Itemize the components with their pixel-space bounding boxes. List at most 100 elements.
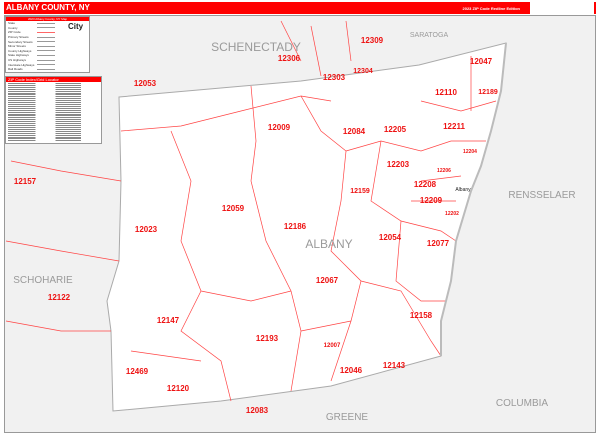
zip-label: 12067 (316, 276, 339, 285)
zip-label: 12143 (383, 361, 406, 370)
zip-label: 12202 (445, 211, 459, 217)
region-label: SARATOGA (410, 32, 449, 39)
legend-swatch (37, 59, 55, 61)
region-label: ALBANY (305, 237, 352, 251)
zip-label: 12122 (48, 293, 71, 302)
index-row (8, 85, 99, 87)
index-row (8, 93, 99, 95)
city-labels: Albany (455, 187, 471, 193)
zip-index-table: ZIP Code Index/Grid Locator (5, 76, 102, 144)
index-row (8, 112, 99, 114)
zip-label: 12158 (410, 311, 433, 320)
legend-swatch (37, 22, 55, 24)
legend-item-label: Primary Streets (8, 35, 29, 40)
legend-city-label: City (68, 22, 84, 31)
index-row (8, 116, 99, 118)
legend-swatch (37, 36, 55, 38)
zip-label: 12203 (387, 160, 410, 169)
legend-item-label: County Highways (8, 48, 32, 53)
index-row (8, 129, 99, 131)
zip-label: 12309 (361, 36, 384, 45)
region-label: COLUMBIA (496, 398, 549, 409)
legend-swatch (37, 68, 55, 70)
index-row (8, 110, 99, 112)
zip-label: 12159 (350, 188, 370, 195)
zip-label: 12208 (414, 180, 437, 189)
zip-label: 12046 (340, 366, 363, 375)
market-maps-logo (530, 2, 594, 14)
zip-label: 12059 (222, 204, 245, 213)
legend-item-label: US Highways (8, 58, 27, 63)
index-row (8, 91, 99, 93)
legend-swatch (37, 41, 55, 43)
zip-label: 12193 (256, 334, 279, 343)
zip-label: 12084 (343, 127, 366, 136)
index-row (8, 108, 99, 110)
region-label: SCHENECTADY (211, 40, 301, 54)
map-legend: 2023 Albany County, NY Map City State Cou… (5, 16, 90, 73)
legend-swatch (37, 64, 55, 66)
legend-swatch (37, 54, 55, 56)
legend-item: Rail Roads (6, 67, 89, 72)
zip-label: 12303 (323, 73, 346, 82)
legend-item-label: State (8, 21, 16, 26)
index-row (8, 87, 99, 89)
index-row (8, 114, 99, 116)
zip-label: 12189 (478, 89, 498, 96)
region-label: RENSSELAER (508, 190, 575, 201)
zip-label: 12053 (134, 79, 157, 88)
legend-swatch (37, 45, 55, 47)
index-title: ZIP Code Index/Grid Locator (6, 77, 101, 82)
legend-swatch (37, 31, 55, 33)
region-label: GREENE (326, 412, 369, 423)
index-row (8, 118, 99, 120)
region-label: SCHOHARIE (13, 275, 73, 286)
index-row (8, 103, 99, 106)
zip-label: 12204 (463, 149, 477, 155)
index-row (8, 99, 99, 101)
legend-item-label: County (8, 25, 18, 30)
index-row (8, 101, 99, 103)
zip-label: 12007 (324, 343, 341, 349)
index-row (8, 135, 99, 137)
legend-item-label: Minor Streets (8, 44, 26, 49)
city-label: Albany (455, 187, 471, 193)
map-title: ALBANY COUNTY, NY (6, 3, 90, 12)
title-bar: ALBANY COUNTY, NY 2023 ZIP Code Redline … (4, 2, 596, 14)
index-row (8, 95, 99, 97)
zip-label: 12186 (284, 222, 307, 231)
zip-label: 12206 (437, 168, 451, 174)
zip-label: 12077 (427, 239, 450, 248)
zip-label: 12147 (157, 316, 180, 325)
index-row (8, 89, 99, 91)
index-row (8, 124, 99, 126)
legend-item-label: Interstate Highways (8, 62, 35, 67)
zip-label: 12023 (135, 225, 158, 234)
zip-label: 12047 (470, 57, 493, 66)
zip-label: 12209 (420, 196, 443, 205)
zip-label: 12205 (384, 125, 407, 134)
zip-label: 12306 (278, 54, 301, 63)
zip-label: 12211 (443, 122, 465, 131)
legend-swatch (37, 27, 55, 29)
index-row (8, 83, 99, 85)
zip-label: 12469 (126, 367, 149, 376)
zip-label: 12009 (268, 123, 291, 132)
edition-label: 2023 ZIP Code Redline Edition (462, 6, 521, 11)
legend-item-label: State Highways (8, 53, 29, 58)
legend-item-label: Secondary Streets (8, 39, 33, 44)
legend-swatch (37, 50, 55, 52)
index-row (8, 122, 99, 124)
index-row (8, 106, 99, 108)
index-row (8, 97, 99, 99)
zip-label: 12054 (379, 233, 402, 242)
index-row (8, 137, 99, 139)
index-row (8, 133, 99, 135)
legend-item-label: Rail Roads (8, 67, 23, 72)
index-row (8, 126, 99, 129)
zip-label: 12083 (246, 406, 269, 415)
index-row (8, 131, 99, 133)
index-row (8, 139, 99, 141)
zip-label: 12157 (14, 177, 37, 186)
index-row (8, 120, 99, 122)
